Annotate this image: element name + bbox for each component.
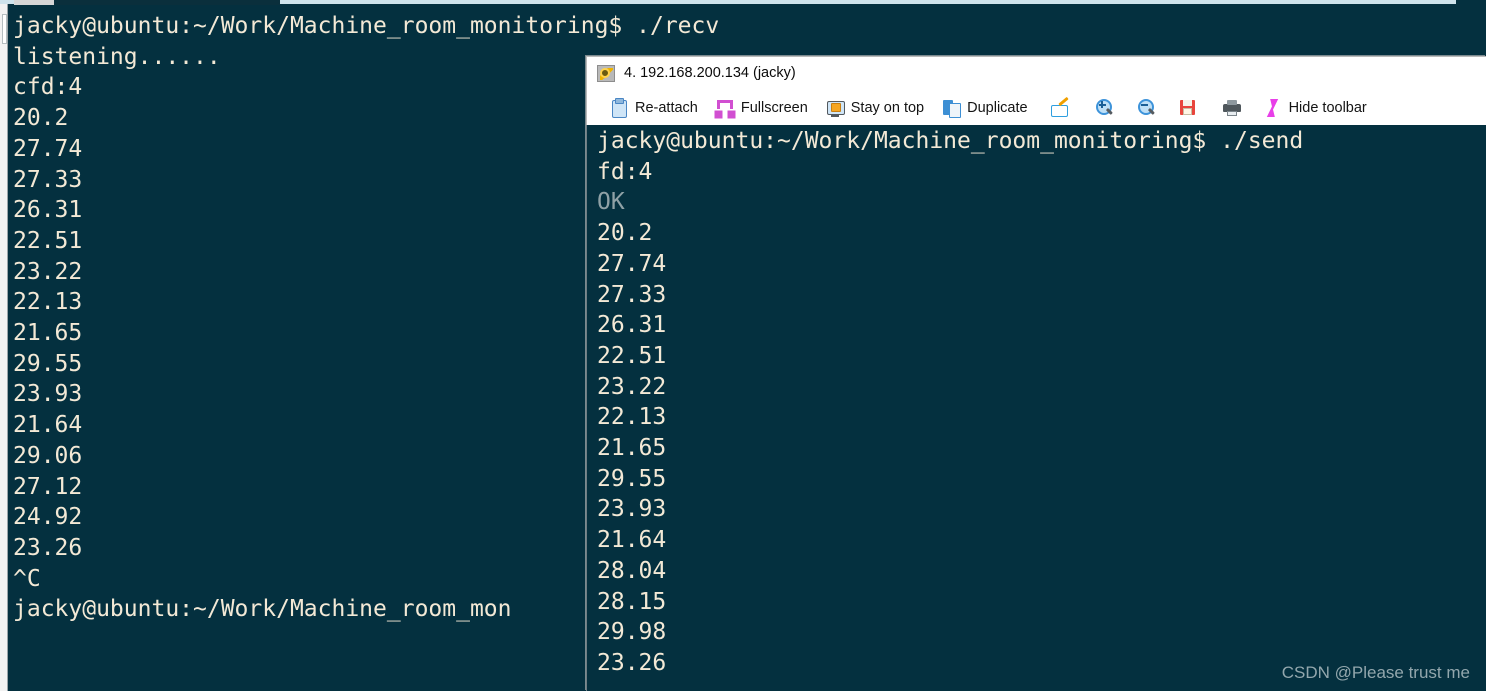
reattach-button[interactable]: Re-attach <box>601 93 707 123</box>
duplicate-label: Duplicate <box>967 99 1028 116</box>
stay-on-top-label: Stay on top <box>850 99 925 116</box>
terminal-line: 21.64 <box>597 527 667 554</box>
print-icon <box>1222 99 1241 117</box>
zoom-out-button[interactable] <box>1125 93 1167 123</box>
fullscreen-icon <box>716 99 734 117</box>
hide-toolbar-label: Hide toolbar <box>1288 99 1367 116</box>
terminal-line: 29.55 <box>597 465 667 492</box>
save-button[interactable] <box>1167 93 1209 123</box>
terminal-line: 29.98 <box>597 619 667 646</box>
print-button[interactable] <box>1209 93 1255 123</box>
terminal-line: jacky@ubuntu:~/Work/Machine_room_monitor… <box>13 13 720 39</box>
terminal-line: 23.22 <box>597 373 667 400</box>
zoom-in-icon <box>1095 98 1113 117</box>
monitor-lock-icon <box>826 99 845 117</box>
duplicate-button[interactable]: Duplicate <box>933 93 1036 123</box>
terminal-line: fd:4 <box>597 158 653 185</box>
watermark: CSDN @Please trust me <box>1281 663 1470 682</box>
reattach-label: Re-attach <box>635 99 698 116</box>
zoom-out-icon <box>1137 98 1155 117</box>
lightning-icon <box>1264 99 1282 117</box>
fullscreen-button[interactable]: Fullscreen <box>707 93 817 123</box>
terminal-line: 21.65 <box>597 435 667 462</box>
window-left-edge <box>0 4 8 691</box>
rename-button[interactable] <box>1037 93 1083 123</box>
fullscreen-label: Fullscreen <box>740 99 808 116</box>
inner-window-chrome: 4. 192.168.200.134 (jacky) Re-attach Ful… <box>586 56 1486 125</box>
terminal-line: jacky@ubuntu:~/Work/Machine_room_monitor… <box>597 128 1304 154</box>
scrollbar-thumb[interactable] <box>2 14 7 44</box>
hide-toolbar-button[interactable]: Hide toolbar <box>1255 93 1376 123</box>
inner-window-title: 4. 192.168.200.134 (jacky) <box>624 65 796 81</box>
terminal-line: 27.74 <box>597 250 667 277</box>
clipboard-icon <box>610 97 628 118</box>
terminal-line: 26.31 <box>597 312 667 339</box>
terminal-line: OK <box>597 189 625 216</box>
rename-icon <box>1050 99 1069 117</box>
stay-on-top-button[interactable]: Stay on top <box>817 93 933 123</box>
inner-toolbar: Re-attach Fullscreen Stay on top Duplica… <box>587 89 1486 126</box>
terminal-line: 22.13 <box>597 404 667 431</box>
inner-terminal[interactable]: jacky@ubuntu:~/Work/Machine_room_monitor… <box>586 125 1486 691</box>
zoom-in-button[interactable] <box>1083 93 1125 123</box>
screen: jacky@ubuntu:~/Work/Machine_room_monitor… <box>0 0 1486 691</box>
terminal-line: 22.51 <box>597 342 667 369</box>
inner-terminal-output: jacky@ubuntu:~/Work/Machine_room_monitor… <box>597 126 1486 679</box>
terminal-line: 27.33 <box>597 281 667 308</box>
inner-title-bar[interactable]: 4. 192.168.200.134 (jacky) <box>587 57 1486 89</box>
terminal-line: 23.93 <box>597 496 667 523</box>
terminal-line: 28.04 <box>597 557 667 584</box>
save-icon <box>1179 99 1197 117</box>
detached-terminal-window[interactable]: 4. 192.168.200.134 (jacky) Re-attach Ful… <box>586 56 1486 691</box>
terminal-line: 20.2 <box>597 220 653 247</box>
duplicate-icon <box>942 99 962 118</box>
terminal-line: 28.15 <box>597 588 667 615</box>
key-icon <box>597 64 615 82</box>
